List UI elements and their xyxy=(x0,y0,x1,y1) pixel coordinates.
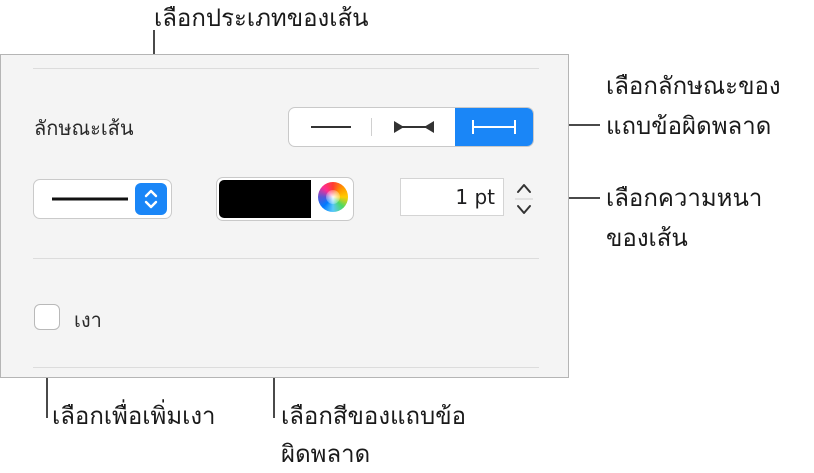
line-style-label: ลักษณะเส้น xyxy=(34,116,134,140)
line-thickness-field[interactable]: 1 pt xyxy=(400,178,504,216)
line-thickness-stepper[interactable] xyxy=(511,178,537,220)
stepper-arrows-icon xyxy=(515,184,533,214)
callout-thickness-line2: ของเส้น xyxy=(606,224,688,252)
callout-line-type: เลือกประเภทของเส้น xyxy=(154,4,369,32)
callout-color-line2: ผิดพลาด xyxy=(281,440,371,468)
plain-line-icon xyxy=(311,126,351,128)
arrow-ends-line-icon xyxy=(394,121,434,133)
color-wheel-highlight xyxy=(326,190,340,204)
chevron-up-down-icon xyxy=(144,189,158,209)
divider-top xyxy=(33,68,539,69)
segment-arrow-ends[interactable] xyxy=(372,108,455,146)
callout-color-line1: เลือกสีของแถบข้อ xyxy=(281,402,467,430)
callout-endpoint-line2: แถบข้อผิดพลาด xyxy=(606,112,772,140)
shadow-checkbox[interactable] xyxy=(34,304,60,330)
divider-bottom xyxy=(33,367,539,368)
endpoint-segmented-control xyxy=(288,107,534,147)
stroke-color-swatch[interactable] xyxy=(219,180,311,218)
callout-endpoint-line1: เลือกลักษณะของ xyxy=(606,72,781,100)
segment-plain-line[interactable] xyxy=(289,108,371,146)
segment-bar-ends[interactable] xyxy=(455,108,533,146)
callout-shadow: เลือกเพื่อเพิ่มเงา xyxy=(52,402,216,430)
line-style-chevron-button[interactable] xyxy=(135,183,167,215)
bar-ends-line-icon xyxy=(472,120,516,134)
solid-line-icon xyxy=(52,197,128,201)
divider-middle xyxy=(33,258,539,259)
shadow-label: เงา xyxy=(74,308,102,332)
callout-thickness-line1: เลือกความหนา xyxy=(606,184,763,212)
